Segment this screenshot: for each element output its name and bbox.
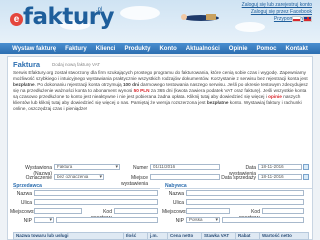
buyer-city-label: Miejscowość bbox=[162, 209, 191, 215]
buyer-name-label: Nazwa bbox=[168, 191, 184, 197]
cloud-decoration bbox=[120, 6, 160, 20]
sale-date-label: Data sprzedaży bbox=[221, 175, 256, 181]
numer-label: Numer bbox=[132, 165, 148, 171]
opinions-link[interactable]: opinie bbox=[268, 94, 282, 99]
nav-item-produkty[interactable]: Produkty bbox=[124, 46, 150, 52]
buyer-nip-label: NIP bbox=[175, 218, 184, 224]
seller-section-title: Sprzedawca bbox=[13, 183, 160, 189]
pl-flag-icon[interactable] bbox=[292, 16, 301, 22]
seller-nip-input[interactable] bbox=[56, 217, 158, 223]
seller-street-label: Ulica bbox=[20, 200, 32, 206]
seller-nip-label: NIP bbox=[23, 218, 32, 224]
language-switcher bbox=[292, 16, 312, 22]
site-header: e faktury .pl Zaloguj się lub zarejestru… bbox=[0, 0, 320, 43]
intro-part: . Po dokonaniu rejestracji konta otrzymu… bbox=[34, 82, 123, 87]
col-net-price: Cena netto bbox=[168, 233, 202, 239]
flying-person-illustration bbox=[181, 14, 219, 21]
col-discount: Rabat bbox=[236, 233, 260, 239]
nav-item-konto[interactable]: Konto bbox=[159, 46, 176, 52]
intro-bold: bezpłatne bbox=[206, 100, 229, 105]
seller-street-input[interactable] bbox=[34, 199, 158, 205]
seller-city-label: Miejscowość bbox=[10, 209, 39, 215]
buyer-section-title: Nabywca bbox=[165, 183, 312, 189]
nav-item-wystaw[interactable]: Wystaw fakturę bbox=[12, 46, 56, 52]
nav-item-pomoc[interactable]: Pomoc bbox=[256, 46, 276, 52]
buyer-city-input[interactable] bbox=[186, 208, 230, 214]
logo-suffix: .pl bbox=[96, 7, 103, 13]
issue-date-input[interactable]: 18-11-2016 bbox=[258, 164, 302, 170]
page-title: Faktura bbox=[13, 60, 41, 69]
buyer-country-select[interactable]: Polska bbox=[186, 217, 220, 223]
nav-item-opinie[interactable]: Opinie bbox=[229, 46, 248, 52]
col-net-value: Wartość netto bbox=[262, 233, 292, 238]
intro-bold: 100 dni bbox=[122, 82, 140, 87]
seller-name-input[interactable] bbox=[34, 190, 158, 196]
logo-badge: e bbox=[10, 13, 23, 26]
buyer-nip-input[interactable] bbox=[222, 217, 304, 223]
buyer-street-input[interactable] bbox=[186, 199, 304, 205]
buyer-name-input[interactable] bbox=[186, 190, 304, 196]
col-unit: j.m. bbox=[148, 233, 168, 239]
buyer-postcode-input[interactable] bbox=[262, 208, 304, 214]
seller-country-select[interactable] bbox=[34, 217, 54, 223]
intro-price: 50 PLN bbox=[133, 88, 150, 93]
marking-select[interactable]: bez oznaczenia bbox=[54, 174, 104, 180]
calendar-icon[interactable] bbox=[303, 174, 309, 180]
nav-item-faktury[interactable]: Faktury bbox=[65, 46, 87, 52]
login-register-link[interactable]: Zaloguj się lub zarejestruj konto bbox=[242, 2, 312, 9]
facebook-login-link[interactable]: Zaloguj się przez Facebook bbox=[242, 9, 312, 16]
main-nav: Wystaw fakturę Faktury Klienci Produkty … bbox=[0, 43, 320, 54]
calendar-icon[interactable] bbox=[303, 164, 309, 170]
document-type-select[interactable]: Faktura bbox=[54, 164, 120, 170]
seller-city-input[interactable] bbox=[34, 208, 82, 214]
items-table-header: Nazwa towaru lub usługi Ilość j.m. Cena … bbox=[13, 232, 309, 240]
place-input[interactable] bbox=[150, 174, 220, 180]
intro-part: Serwis Efaktury.org został stworzony dla… bbox=[13, 70, 308, 81]
intro-text: Serwis Efaktury.org został stworzony dla… bbox=[13, 70, 309, 112]
invoice-panel: Faktura Dodaj nową fakturę VAT Serwis Ef… bbox=[7, 56, 313, 240]
col-product-name: Nazwa towaru lub usługi bbox=[14, 233, 124, 239]
intro-bold: bezpłatne bbox=[13, 82, 35, 87]
en-flag-icon[interactable] bbox=[303, 16, 312, 22]
col-quantity: Ilość bbox=[124, 233, 148, 239]
page-subtitle: Dodaj nową fakturę VAT bbox=[52, 62, 101, 67]
col-vat-rate: Stawka VAT bbox=[202, 233, 236, 239]
nav-item-klienci[interactable]: Klienci bbox=[96, 46, 116, 52]
buyer-street-label: Ulica bbox=[172, 200, 184, 206]
nav-item-aktualnosci[interactable]: Aktualności bbox=[186, 46, 220, 52]
seller-name-label: Nazwa bbox=[16, 191, 32, 197]
cloud-decoration bbox=[235, 22, 265, 32]
nav-item-kontakt[interactable]: Kontakt bbox=[285, 46, 307, 52]
sale-date-input[interactable]: 18-11-2016 bbox=[258, 174, 302, 180]
seller-postcode-input[interactable] bbox=[114, 208, 158, 214]
invoice-number-input[interactable]: 01/11/2016 bbox=[150, 164, 220, 170]
oznaczenie-label: Oznaczenie bbox=[25, 175, 52, 181]
